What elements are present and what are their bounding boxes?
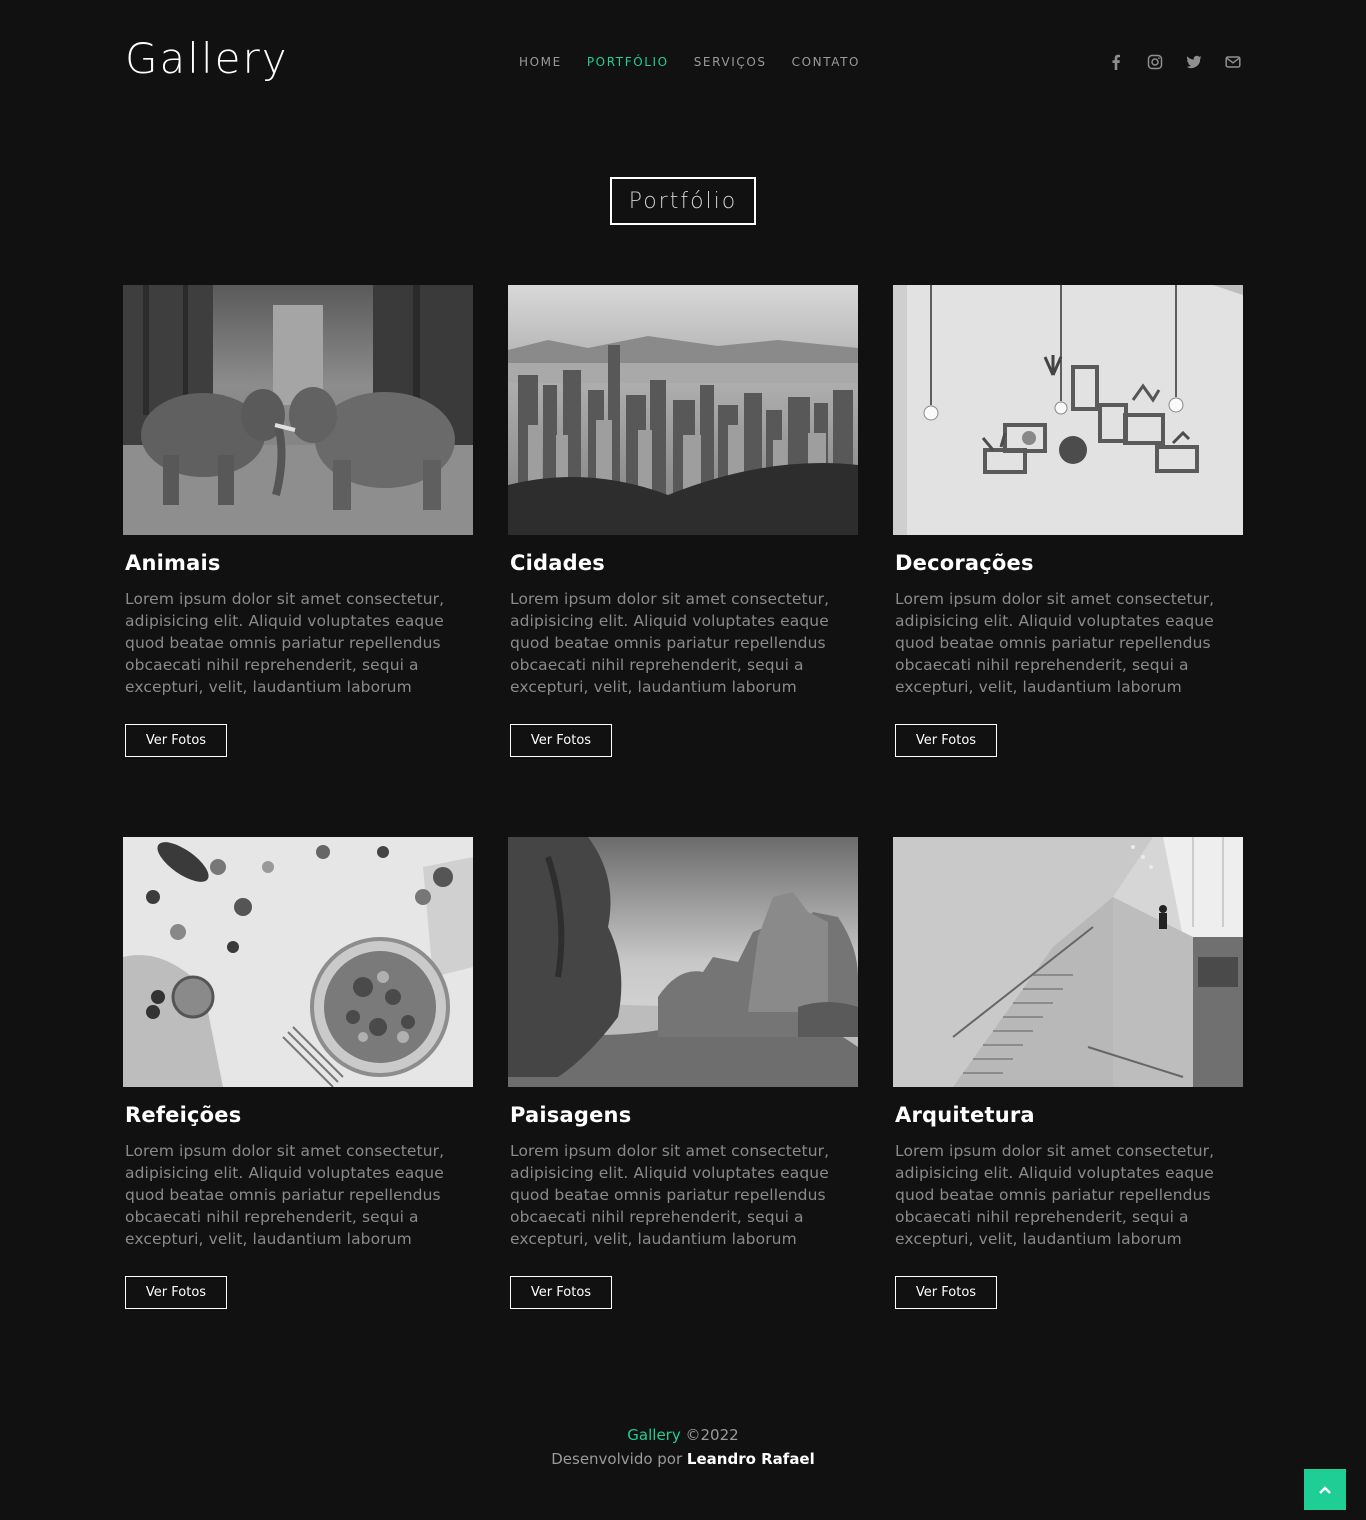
food-bowl-photo bbox=[123, 837, 473, 1087]
section-title: Portfólio bbox=[610, 177, 756, 225]
twitter-icon[interactable] bbox=[1184, 52, 1204, 72]
ver-fotos-button[interactable]: Ver Fotos bbox=[895, 724, 997, 757]
chevron-up-icon bbox=[1319, 1485, 1331, 1494]
city-skyline-photo bbox=[508, 285, 858, 535]
card-title: Decorações bbox=[895, 551, 1034, 575]
elephants-photo bbox=[123, 285, 473, 535]
footer-brand[interactable]: Gallery bbox=[627, 1426, 680, 1444]
card-description: Lorem ipsum dolor sit amet consectetur, … bbox=[125, 590, 445, 696]
card-description: Lorem ipsum dolor sit amet consectetur, … bbox=[510, 1142, 830, 1248]
mail-icon[interactable] bbox=[1223, 52, 1243, 72]
portfolio-card: Cidades Lorem ipsum dolor sit amet conse… bbox=[508, 285, 858, 757]
site-logo[interactable]: Gallery bbox=[125, 34, 289, 83]
wall-shelves-photo bbox=[893, 285, 1243, 535]
card-title: Animais bbox=[125, 551, 221, 575]
instagram-icon[interactable] bbox=[1145, 52, 1165, 72]
portfolio-card: Refeições Lorem ipsum dolor sit amet con… bbox=[123, 837, 473, 1309]
social-links bbox=[1106, 52, 1243, 72]
nav-servicos[interactable]: SERVIÇOS bbox=[694, 55, 767, 69]
portfolio-card: Arquitetura Lorem ipsum dolor sit amet c… bbox=[893, 837, 1243, 1309]
coastal-cliffs-photo bbox=[508, 837, 858, 1087]
footer-author[interactable]: Leandro Rafael bbox=[687, 1450, 815, 1468]
nav-home[interactable]: HOME bbox=[519, 55, 562, 69]
main-nav: HOME PORTFÓLIO SERVIÇOS CONTATO bbox=[519, 55, 885, 69]
card-title: Refeições bbox=[125, 1103, 242, 1127]
card-description: Lorem ipsum dolor sit amet consectetur, … bbox=[895, 590, 1215, 696]
site-header: Gallery HOME PORTFÓLIO SERVIÇOS CONTATO bbox=[0, 0, 1366, 124]
card-title: Cidades bbox=[510, 551, 605, 575]
facebook-icon[interactable] bbox=[1106, 52, 1126, 72]
portfolio-card: Animais Lorem ipsum dolor sit amet conse… bbox=[123, 285, 473, 757]
staircase-photo bbox=[893, 837, 1243, 1087]
portfolio-card: Paisagens Lorem ipsum dolor sit amet con… bbox=[508, 837, 858, 1309]
nav-contato[interactable]: CONTATO bbox=[792, 55, 860, 69]
portfolio-card: Decorações Lorem ipsum dolor sit amet co… bbox=[893, 285, 1243, 757]
footer-developed-label: Desenvolvido por bbox=[551, 1450, 687, 1468]
card-description: Lorem ipsum dolor sit amet consectetur, … bbox=[510, 590, 830, 696]
footer-copyright: Gallery ©2022 bbox=[0, 1426, 1366, 1450]
ver-fotos-button[interactable]: Ver Fotos bbox=[510, 724, 612, 757]
ver-fotos-button[interactable]: Ver Fotos bbox=[125, 724, 227, 757]
card-description: Lorem ipsum dolor sit amet consectetur, … bbox=[125, 1142, 445, 1248]
footer-credits: Desenvolvido por Leandro Rafael bbox=[0, 1450, 1366, 1468]
ver-fotos-button[interactable]: Ver Fotos bbox=[125, 1276, 227, 1309]
ver-fotos-button[interactable]: Ver Fotos bbox=[510, 1276, 612, 1309]
card-title: Paisagens bbox=[510, 1103, 632, 1127]
nav-portfolio[interactable]: PORTFÓLIO bbox=[587, 55, 669, 69]
card-description: Lorem ipsum dolor sit amet consectetur, … bbox=[895, 1142, 1215, 1248]
ver-fotos-button[interactable]: Ver Fotos bbox=[895, 1276, 997, 1309]
footer-year: ©2022 bbox=[680, 1426, 739, 1444]
site-footer: Gallery ©2022 Desenvolvido por Leandro R… bbox=[0, 1426, 1366, 1468]
card-title: Arquitetura bbox=[895, 1103, 1035, 1127]
back-to-top-button[interactable] bbox=[1304, 1469, 1346, 1510]
